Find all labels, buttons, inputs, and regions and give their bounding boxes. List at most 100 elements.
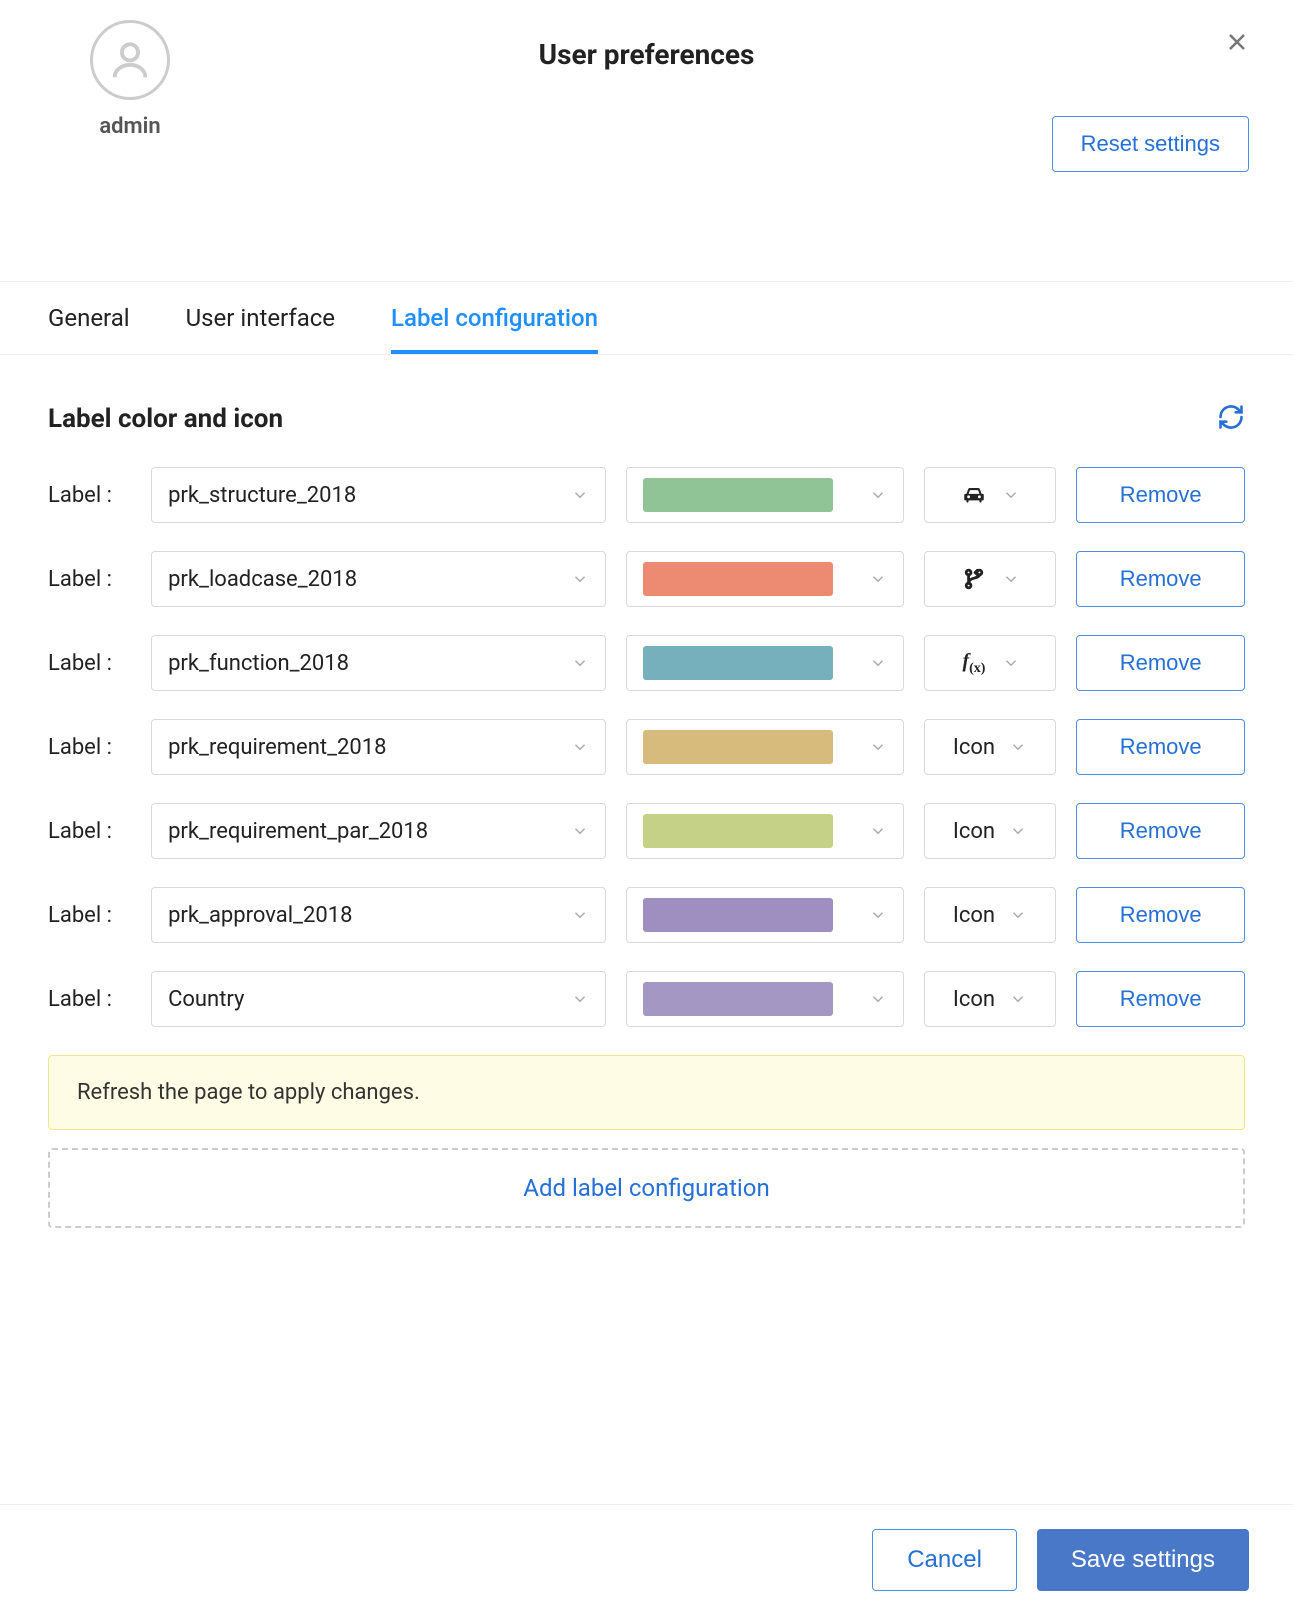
label-row: Label : prk_loadcase_2018 Remove [48,551,1245,607]
row-label: Label : [48,987,131,1012]
chevron-down-icon [1009,990,1027,1008]
cancel-button[interactable]: Cancel [872,1529,1017,1591]
save-settings-button[interactable]: Save settings [1037,1529,1249,1591]
chevron-down-icon [1002,654,1020,672]
row-label: Label : [48,903,131,928]
icon-placeholder: Icon [953,735,995,760]
remove-button[interactable]: Remove [1076,803,1245,859]
row-label: Label : [48,651,131,676]
label-name-value: prk_requirement_par_2018 [168,819,428,844]
chevron-down-icon [571,738,589,756]
label-name-value: prk_function_2018 [168,651,349,676]
car-icon [960,482,988,508]
tab-label-configuration[interactable]: Label configuration [391,282,598,354]
label-icon-select[interactable]: Icon [924,971,1057,1027]
modal-header: admin User preferences Reset settings [0,0,1293,282]
label-name-select[interactable]: prk_function_2018 [151,635,606,691]
content: Label color and icon Label : prk_structur… [0,355,1293,1228]
close-icon [1225,30,1249,54]
chevron-down-icon [571,654,589,672]
label-name-select[interactable]: prk_structure_2018 [151,467,606,523]
color-swatch [643,646,833,680]
label-name-select[interactable]: prk_approval_2018 [151,887,606,943]
label-color-select[interactable] [626,887,903,943]
chevron-down-icon [869,906,887,924]
refresh-alert: Refresh the page to apply changes. [48,1055,1245,1130]
color-swatch [643,814,833,848]
chevron-down-icon [869,570,887,588]
remove-button[interactable]: Remove [1076,971,1245,1027]
color-swatch [643,898,833,932]
color-swatch [643,730,833,764]
label-name-value: prk_structure_2018 [168,483,356,508]
chevron-down-icon [1009,906,1027,924]
user-block: admin [90,20,170,139]
reset-settings-button[interactable]: Reset settings [1052,116,1249,172]
label-row: Label : prk_function_2018 f(x) Remove [48,635,1245,691]
close-button[interactable] [1225,30,1249,60]
label-name-value: prk_requirement_2018 [168,735,386,760]
label-name-value: prk_approval_2018 [168,903,352,928]
label-color-select[interactable] [626,719,903,775]
chevron-down-icon [869,486,887,504]
section-title: Label color and icon [48,404,283,434]
label-name-select[interactable]: prk_requirement_par_2018 [151,803,606,859]
label-row: Label : Country Icon Remove [48,971,1245,1027]
chevron-down-icon [869,990,887,1008]
label-color-select[interactable] [626,803,903,859]
user-icon [107,37,153,83]
row-label: Label : [48,819,131,844]
refresh-button[interactable] [1217,403,1245,435]
modal-footer: Cancel Save settings [0,1504,1293,1615]
row-label: Label : [48,735,131,760]
page-title: User preferences [48,38,1245,71]
icon-placeholder: Icon [953,819,995,844]
chevron-down-icon [571,822,589,840]
label-color-select[interactable] [626,971,903,1027]
chevron-down-icon [1002,570,1020,588]
avatar [90,20,170,100]
chevron-down-icon [1002,486,1020,504]
refresh-icon [1217,403,1245,431]
username: admin [99,114,160,139]
row-label: Label : [48,567,131,592]
label-icon-select[interactable] [924,467,1057,523]
remove-button[interactable]: Remove [1076,635,1245,691]
label-icon-select[interactable]: f(x) [924,635,1057,691]
tab-user-interface[interactable]: User interface [186,282,335,354]
label-name-select[interactable]: prk_requirement_2018 [151,719,606,775]
branch-icon [960,566,988,592]
label-name-select[interactable]: prk_loadcase_2018 [151,551,606,607]
label-icon-select[interactable]: Icon [924,803,1057,859]
label-icon-select[interactable]: Icon [924,887,1057,943]
chevron-down-icon [869,738,887,756]
color-swatch [643,562,833,596]
remove-button[interactable]: Remove [1076,551,1245,607]
chevron-down-icon [1009,822,1027,840]
label-icon-select[interactable]: Icon [924,719,1057,775]
chevron-down-icon [571,906,589,924]
remove-button[interactable]: Remove [1076,467,1245,523]
tabs: General User interface Label configurati… [0,282,1293,355]
label-icon-select[interactable] [924,551,1057,607]
chevron-down-icon [869,822,887,840]
chevron-down-icon [571,990,589,1008]
label-row: Label : prk_approval_2018 Icon Remove [48,887,1245,943]
chevron-down-icon [869,654,887,672]
label-row: Label : prk_structure_2018 Remove [48,467,1245,523]
color-swatch [643,478,833,512]
remove-button[interactable]: Remove [1076,887,1245,943]
label-name-select[interactable]: Country [151,971,606,1027]
label-color-select[interactable] [626,635,903,691]
remove-button[interactable]: Remove [1076,719,1245,775]
icon-placeholder: Icon [953,903,995,928]
label-color-select[interactable] [626,467,903,523]
add-label-configuration-button[interactable]: Add label configuration [48,1148,1245,1228]
label-name-value: Country [168,987,244,1012]
label-row: Label : prk_requirement_2018 Icon Remove [48,719,1245,775]
chevron-down-icon [571,486,589,504]
row-label: Label : [48,483,131,508]
function-icon: f(x) [960,650,988,677]
tab-general[interactable]: General [48,282,130,354]
label-color-select[interactable] [626,551,903,607]
